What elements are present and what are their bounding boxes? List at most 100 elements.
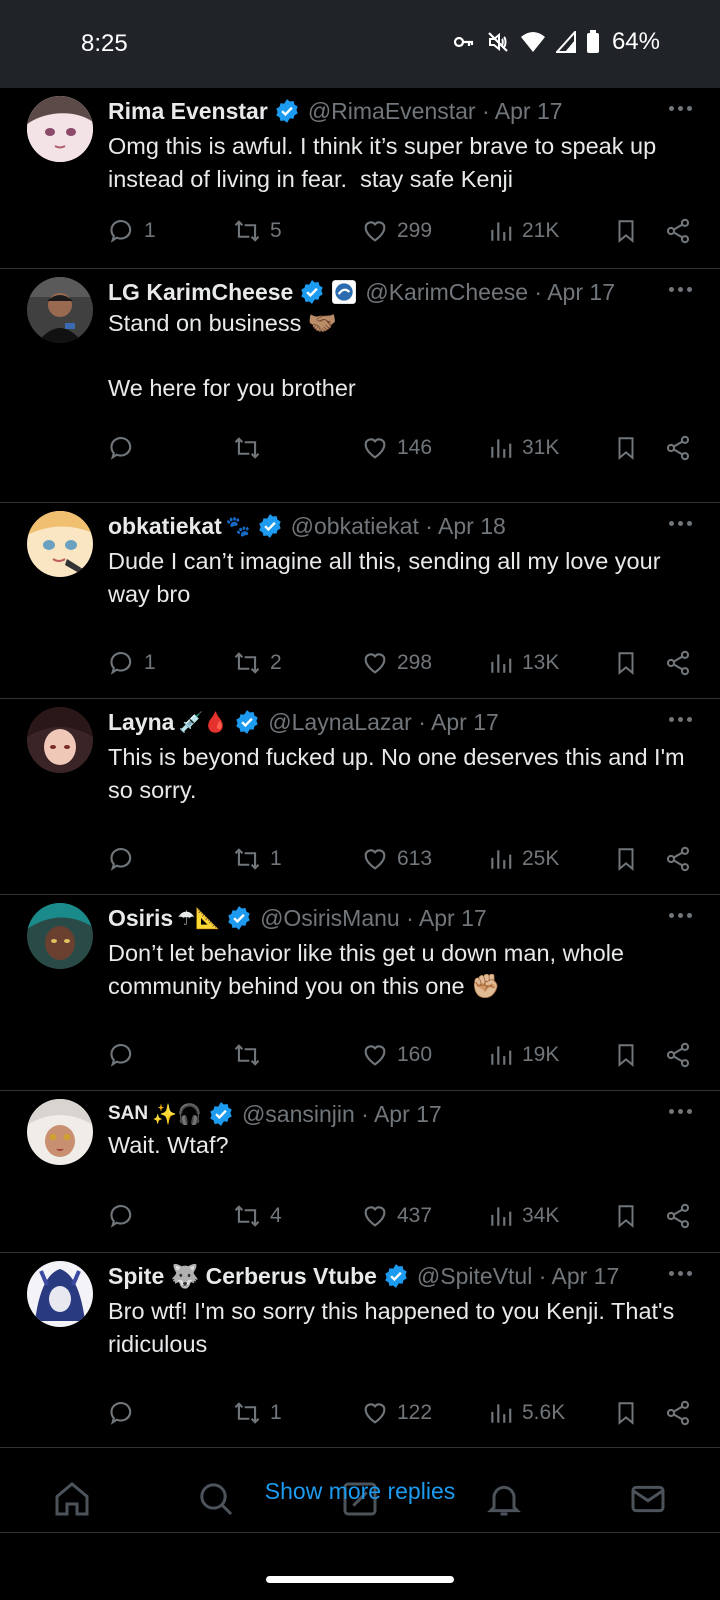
views-count: 5.6K xyxy=(522,1401,566,1424)
reply-item[interactable]: Layna 💉🩸 @LaynaLazar · Apr 17 This is be… xyxy=(0,699,720,895)
reply-button[interactable] xyxy=(108,434,144,462)
battery-icon xyxy=(586,30,600,54)
retweet-button[interactable] xyxy=(232,1041,270,1069)
reply-text: Dude I can’t imagine all this, sending a… xyxy=(108,548,668,607)
bookmark-button[interactable] xyxy=(613,649,639,677)
share-button[interactable] xyxy=(664,217,692,245)
more-options-icon[interactable] xyxy=(669,1109,692,1114)
heart-icon xyxy=(364,221,386,242)
handle-date[interactable]: @sansinjin · Apr 17 xyxy=(242,1101,442,1128)
reply-item[interactable]: Osiris ☂📐 @OsirisManu · Apr 17 Don’t let… xyxy=(0,895,720,1091)
comment-icon xyxy=(110,847,132,871)
reply-item[interactable]: obkatiekat 🐾 @obkatiekat · Apr 18 Dude I… xyxy=(0,503,720,699)
views-button[interactable]: 34K xyxy=(488,1202,559,1230)
avatar[interactable] xyxy=(27,277,93,343)
retweet-count: 1 xyxy=(270,1401,282,1424)
retweet-button[interactable]: 4 xyxy=(232,1202,282,1230)
reply-button[interactable] xyxy=(108,1041,144,1069)
views-button[interactable]: 21K xyxy=(488,217,559,245)
replies-feed: Rima Evenstar @RimaEvenstar · Apr 17 Omg… xyxy=(0,88,720,1448)
reply-item[interactable]: Rima Evenstar @RimaEvenstar · Apr 17 Omg… xyxy=(0,88,720,269)
reply-text: Stand on business 🤝🏽 We here for you bro… xyxy=(108,310,356,401)
more-options-icon[interactable] xyxy=(669,106,692,111)
bookmark-button[interactable] xyxy=(613,217,639,245)
handle-date[interactable]: @LaynaLazar · Apr 17 xyxy=(268,709,498,736)
retweet-icon xyxy=(234,848,260,870)
handle-date[interactable]: @KarimCheese · Apr 17 xyxy=(365,279,615,306)
avatar[interactable] xyxy=(27,1099,93,1165)
bookmark-button[interactable] xyxy=(613,1041,639,1069)
like-button[interactable]: 613 xyxy=(361,845,432,873)
action-bar: 1 2 298 13K xyxy=(108,646,694,680)
views-button[interactable]: 5.6K xyxy=(488,1399,565,1427)
views-button[interactable]: 25K xyxy=(488,845,559,873)
more-options-icon[interactable] xyxy=(669,913,692,918)
like-button[interactable]: 299 xyxy=(361,217,432,245)
like-button[interactable]: 160 xyxy=(361,1041,432,1069)
author-name[interactable]: Layna xyxy=(108,709,174,736)
reply-button[interactable] xyxy=(108,845,144,873)
share-button[interactable] xyxy=(664,1041,692,1069)
handle-date[interactable]: @RimaEvenstar · Apr 17 xyxy=(308,98,563,125)
more-options-icon[interactable] xyxy=(669,287,692,292)
views-button[interactable]: 19K xyxy=(488,1041,559,1069)
share-button[interactable] xyxy=(664,434,692,462)
bookmark-button[interactable] xyxy=(613,1399,639,1427)
retweet-button[interactable]: 2 xyxy=(232,649,282,677)
author-name[interactable]: Spite 🐺 Cerberus Vtube xyxy=(108,1263,377,1290)
avatar[interactable] xyxy=(27,707,93,773)
reply-button[interactable] xyxy=(108,1202,144,1230)
reply-item[interactable]: SAN ✨🎧 @sansinjin · Apr 17 Wait. Wtaf? 4… xyxy=(0,1091,720,1253)
share-icon xyxy=(666,1400,690,1426)
like-count: 122 xyxy=(397,1401,433,1424)
avatar[interactable] xyxy=(27,1261,93,1327)
retweet-icon xyxy=(234,652,260,674)
name-emoji: 💉🩸 xyxy=(178,711,229,734)
avatar[interactable] xyxy=(27,903,93,969)
more-options-icon[interactable] xyxy=(669,521,692,526)
bookmark-button[interactable] xyxy=(613,434,639,462)
avatar[interactable] xyxy=(27,511,93,577)
retweet-button[interactable]: 1 xyxy=(232,845,282,873)
reply-header: Rima Evenstar @RimaEvenstar · Apr 17 xyxy=(108,96,700,126)
reply-button[interactable]: 1 xyxy=(108,217,156,245)
handle-date[interactable]: @obkatiekat · Apr 18 xyxy=(291,513,506,540)
like-button[interactable]: 298 xyxy=(361,649,432,677)
reply-item[interactable]: Spite 🐺 Cerberus Vtube @SpiteVtul · Apr … xyxy=(0,1253,720,1448)
author-name[interactable]: SAN xyxy=(108,1103,148,1125)
author-name[interactable]: obkatiekat xyxy=(108,513,222,540)
share-icon xyxy=(666,1203,690,1229)
handle-date[interactable]: @SpiteVtul · Apr 17 xyxy=(417,1263,619,1290)
author-name[interactable]: LG KarimCheese xyxy=(108,279,293,306)
like-button[interactable]: 146 xyxy=(361,434,432,462)
views-button[interactable]: 31K xyxy=(488,434,559,462)
action-bar: 1 122 5.6K xyxy=(108,1396,694,1430)
more-options-icon[interactable] xyxy=(669,717,692,722)
reply-item[interactable]: LG KarimCheese @KarimCheese · Apr 17 Sta… xyxy=(0,269,720,503)
retweet-count: 2 xyxy=(270,651,282,674)
author-name[interactable]: Rima Evenstar xyxy=(108,98,268,125)
reply-button[interactable] xyxy=(108,1399,144,1427)
handle-date[interactable]: @OsirisManu · Apr 17 xyxy=(260,905,487,932)
reply-button[interactable]: 1 xyxy=(108,649,156,677)
bookmark-button[interactable] xyxy=(613,845,639,873)
author-name[interactable]: Osiris xyxy=(108,905,173,932)
retweet-button[interactable] xyxy=(232,434,270,462)
share-button[interactable] xyxy=(664,649,692,677)
bookmark-icon xyxy=(618,1402,634,1425)
avatar[interactable] xyxy=(27,96,93,162)
retweet-button[interactable]: 1 xyxy=(232,1399,282,1427)
gesture-handle[interactable] xyxy=(266,1576,454,1583)
bookmark-button[interactable] xyxy=(613,1202,639,1230)
share-button[interactable] xyxy=(664,1399,692,1427)
reply-header: LG KarimCheese @KarimCheese · Apr 17 xyxy=(108,277,700,307)
like-button[interactable]: 437 xyxy=(361,1202,432,1230)
show-more-replies-link[interactable]: Show more replies xyxy=(0,1478,720,1505)
views-button[interactable]: 13K xyxy=(488,649,559,677)
like-button[interactable]: 122 xyxy=(361,1399,432,1427)
more-options-icon[interactable] xyxy=(669,1271,692,1276)
retweet-button[interactable]: 5 xyxy=(232,217,282,245)
share-button[interactable] xyxy=(664,845,692,873)
share-button[interactable] xyxy=(664,1202,692,1230)
name-emoji: ✨🎧 xyxy=(152,1103,202,1126)
